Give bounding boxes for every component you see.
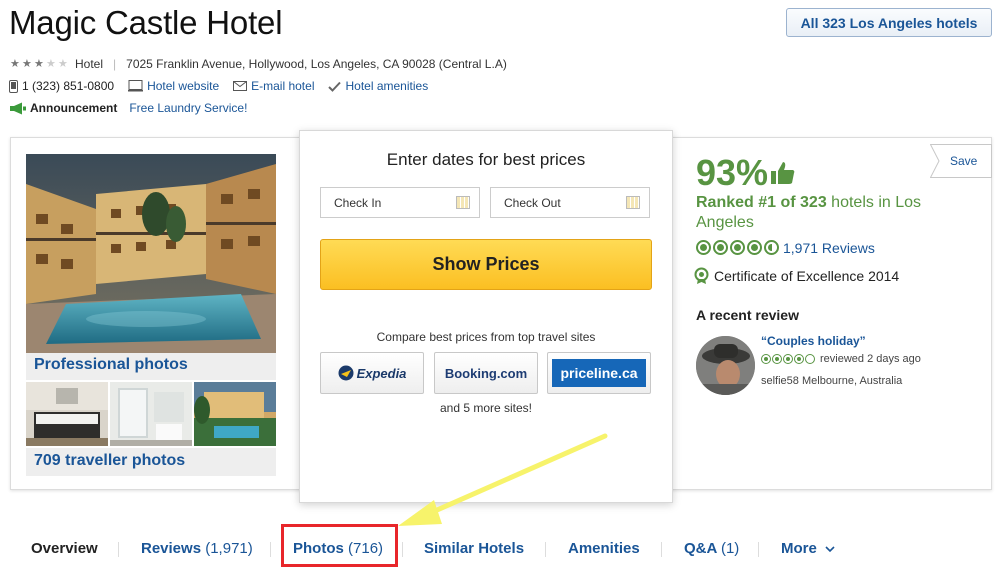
tab-qa-count: (1) xyxy=(720,540,740,557)
phone-item: 1 (323) 851-0800 xyxy=(9,79,114,93)
professional-photos-link[interactable]: Professional photos xyxy=(34,356,188,374)
check-out-input[interactable]: Check Out xyxy=(490,187,650,218)
pool-courtyard-image xyxy=(26,154,276,353)
tab-reviews[interactable]: Reviews (1,971) xyxy=(141,540,253,557)
certificate-badge-icon xyxy=(694,267,709,284)
traveller-photos-link[interactable]: 709 traveller photos xyxy=(34,452,185,470)
rating-percent: 93% xyxy=(696,152,796,194)
megaphone-icon xyxy=(10,102,26,114)
hotel-info-row: ★ ★ ★ ★ ★ Hotel | 7025 Franklin Avenue, Holl… xyxy=(10,57,507,71)
calendar-icon[interactable] xyxy=(456,196,470,209)
announcement-label: Announcement xyxy=(30,101,118,115)
tab-overview[interactable]: Overview xyxy=(31,540,98,557)
annotation-arrow-icon xyxy=(398,433,608,526)
priceline-label: priceline.ca xyxy=(552,359,646,387)
amenities-item[interactable]: Hotel amenities xyxy=(328,79,428,93)
save-button[interactable]: Save xyxy=(950,154,977,168)
reviewer-photo xyxy=(696,336,755,395)
ranking-position: Ranked #1 of 323 xyxy=(696,194,827,211)
thumbnail-bathroom[interactable] xyxy=(110,382,192,446)
expedia-label: Expedia xyxy=(356,365,407,381)
check-out-placeholder: Check Out xyxy=(504,195,561,210)
hotel-contact-row: 1 (323) 851-0800 Hotel website E-mail ho… xyxy=(9,78,442,94)
hotel-section-nav: Overview Reviews (1,971) Photos (716) Si… xyxy=(0,534,999,564)
main-hotel-photo[interactable] xyxy=(26,154,276,353)
reviewer-name: selfie58 Melbourne, Australia xyxy=(761,375,903,387)
hotel-title: Magic Castle Hotel xyxy=(9,4,283,41)
hotel-address: 7025 Franklin Avenue, Hollywood, Los Ang… xyxy=(126,57,507,71)
calendar-icon[interactable] xyxy=(626,196,640,209)
recent-review-heading: A recent review xyxy=(696,307,799,323)
website-item[interactable]: Hotel website xyxy=(128,79,219,93)
show-prices-button[interactable]: Show Prices xyxy=(320,239,652,290)
thumbnail-bedroom[interactable] xyxy=(26,382,108,446)
thumbs-up-icon xyxy=(771,162,795,184)
email-item[interactable]: E-mail hotel xyxy=(233,79,314,93)
compare-prices-text: Compare best prices from top travel site… xyxy=(376,330,596,344)
phone-number: 1 (323) 851-0800 xyxy=(22,79,115,93)
more-sites-text: and 5 more sites! xyxy=(439,401,533,415)
checkmark-icon xyxy=(328,81,342,92)
announcement-link[interactable]: Free Laundry Service! xyxy=(129,101,247,115)
tab-reviews-label: Reviews xyxy=(141,540,202,557)
email-hotel-link[interactable]: E-mail hotel xyxy=(251,79,314,93)
reviewer-avatar[interactable] xyxy=(696,336,755,395)
recent-review-date: reviewed 2 days ago xyxy=(820,353,921,365)
tab-more[interactable]: More xyxy=(781,540,835,557)
tab-qa[interactable]: Q&A (1) xyxy=(684,540,739,557)
thumbnail-pool[interactable] xyxy=(194,382,276,446)
vendor-booking-button[interactable]: Booking.com xyxy=(434,352,538,394)
bathroom-image xyxy=(110,382,192,446)
tab-qa-label: Q&A xyxy=(684,540,717,557)
reviews-count-link[interactable]: 1,971 Reviews xyxy=(783,240,875,256)
all-hotels-button[interactable]: All 323 Los Angeles hotels xyxy=(786,8,992,37)
envelope-icon xyxy=(233,81,248,91)
recent-review-meta: reviewed 2 days ago xyxy=(761,353,921,365)
price-panel-heading: Enter dates for best prices xyxy=(386,150,586,169)
hotel-amenities-link[interactable]: Hotel amenities xyxy=(345,79,428,93)
bedroom-image xyxy=(26,382,108,446)
certificate-text: Certificate of Excellence 2014 xyxy=(714,267,900,284)
vendor-priceline-button[interactable]: priceline.ca xyxy=(547,352,651,394)
announcement-row: Announcement Free Laundry Service! xyxy=(9,100,247,116)
vendor-expedia-button[interactable]: Expedia xyxy=(320,352,424,394)
tab-similar-hotels[interactable]: Similar Hotels xyxy=(424,540,524,557)
small-bubble-rating-icon xyxy=(761,354,815,364)
ranking-text[interactable]: Ranked #1 of 323 hotels in Los Angeles xyxy=(696,193,936,233)
tab-amenities[interactable]: Amenities xyxy=(568,540,640,557)
star-rating-icon: ★ ★ ★ ★ ★ xyxy=(10,57,68,70)
hotel-type: Hotel xyxy=(75,57,104,71)
bubble-rating-icon xyxy=(696,240,779,255)
rating-percent-value: 93% xyxy=(696,152,769,193)
hotel-website-link[interactable]: Hotel website xyxy=(147,79,219,93)
check-in-placeholder: Check In xyxy=(334,195,382,210)
expedia-logo-icon xyxy=(338,365,354,381)
tab-reviews-count: (1,971) xyxy=(205,540,253,557)
booking-label: Booking.com xyxy=(444,365,528,381)
recent-review-title-link[interactable]: “Couples holiday” xyxy=(761,334,866,348)
tab-more-label: More xyxy=(781,540,817,557)
photos-tab-highlight xyxy=(281,524,398,567)
check-in-input[interactable]: Check In xyxy=(320,187,480,218)
certificate-row: Certificate of Excellence 2014 xyxy=(694,267,899,284)
chevron-down-icon xyxy=(825,546,835,553)
pool-thumbnail-image xyxy=(194,382,276,446)
phone-icon xyxy=(9,79,18,93)
monitor-icon xyxy=(128,80,144,92)
